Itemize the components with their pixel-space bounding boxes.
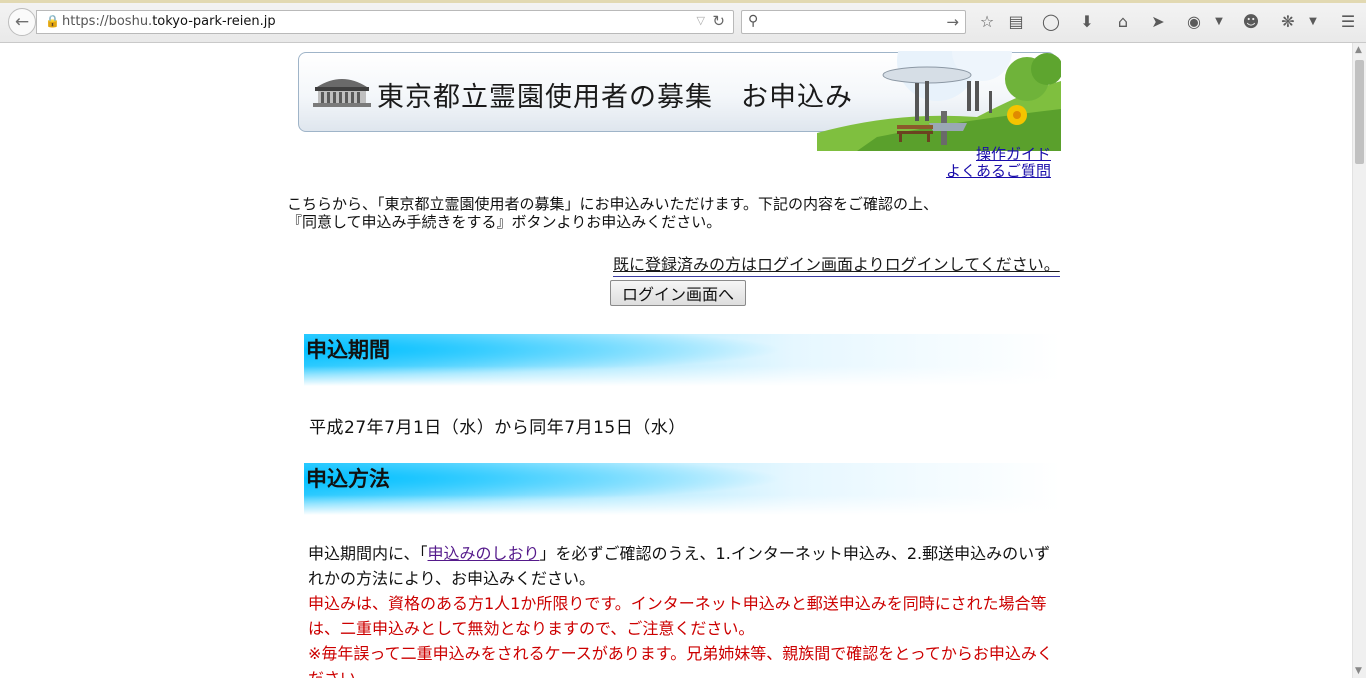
site-banner: 東京都立霊園使用者の募集 お申込み [298,51,1061,151]
scroll-up-icon[interactable]: ▲ [1355,45,1362,55]
intro-line-2: 『同意して申込み手続きをする』ボタンよりお申込みください。 [287,213,722,231]
extension-dropdown-icon[interactable]: ▼ [1302,12,1324,32]
send-icon[interactable]: ➤ [1147,12,1169,32]
back-arrow-icon: ← [14,12,30,32]
search-icon: ⚲ [748,13,759,29]
screenshot-dropdown-icon[interactable]: ▼ [1208,12,1230,32]
reading-list-icon[interactable]: ▤ [1005,12,1027,32]
login-prompt-link[interactable]: 既に登録済みの方はログイン画面よりログインしてください。 [613,251,1060,277]
login-button[interactable]: ログイン画面へ [610,280,746,306]
address-bar[interactable]: 🔒 https://boshu.tokyo-park-reien.jp ▽ ↻ [36,10,734,34]
duplicate-warning-note: ※毎年誤って二重申込みをされるケースがあります。兄弟姉妹等、親族間で確認をとって… [308,644,1053,678]
tab-strip-edge [0,0,1366,3]
history-dropdown-icon[interactable]: ▽ [697,14,705,27]
chat-icon[interactable]: ☻ [1240,12,1262,32]
download-icon[interactable]: ⬇ [1076,12,1098,32]
reload-icon[interactable]: ↻ [712,12,725,30]
section-heading-method: 申込方法 [304,463,1060,515]
back-button[interactable]: ← [8,8,36,36]
address-url: https://boshu.tokyo-park-reien.jp [62,14,276,29]
method-text-pre: 申込期間内に、「 [308,544,428,563]
scroll-down-icon[interactable]: ▼ [1355,666,1362,676]
operation-guide-link[interactable]: 操作ガイド [946,146,1051,163]
page-viewport: 東京都立霊園使用者の募集 お申込み 操作ガイド よくあるご質問 こちらから、「東… [0,43,1352,678]
section-heading-text: 申込方法 [306,467,390,491]
application-guide-link[interactable]: 申込みのしおり [428,544,540,563]
browser-toolbar: ← 🔒 https://boshu.tokyo-park-reien.jp ▽ … [0,0,1366,43]
menu-hamburger-icon[interactable]: ☰ [1337,12,1359,32]
page-scrollbar[interactable]: ▲ ▼ [1352,43,1366,678]
screenshot-icon[interactable]: ◉ [1183,12,1205,32]
search-bar[interactable]: ⚲ → [741,10,966,34]
intro-text: こちらから、「東京都立霊園使用者の募集」にお申込みいただけます。下記の内容をご確… [287,195,1047,231]
extension-icon[interactable]: ❋ [1277,12,1299,32]
search-go-icon[interactable]: → [946,13,959,31]
bookmark-star-icon[interactable]: ☆ [976,12,998,32]
help-links: 操作ガイド よくあるご質問 [946,146,1051,180]
duplicate-warning: 申込みは、資格のある方1人1か所限りです。インターネット申込みと郵送申込みを同時… [308,594,1047,638]
application-period-text: 平成27年7月1日（水）から同年7月15日（水） [309,418,686,438]
banner-title: 東京都立霊園使用者の募集 お申込み [377,82,853,113]
home-icon[interactable]: ⌂ [1112,12,1134,32]
building-logo-icon [313,79,371,107]
scrollbar-thumb[interactable] [1355,60,1364,164]
application-method-text: 申込期間内に、「申込みのしおり」を必ずご確認のうえ、1.インターネット申込み、2… [308,541,1053,678]
pocket-icon[interactable]: ◯ [1040,12,1062,32]
lock-icon: 🔒 [45,14,60,28]
intro-line-1: こちらから、「東京都立霊園使用者の募集」にお申込みいただけます。下記の内容をご確… [287,195,939,213]
faq-link[interactable]: よくあるご質問 [946,163,1051,180]
park-scene-illustration [817,51,1061,151]
section-heading-text: 申込期間 [306,338,390,362]
section-heading-period: 申込期間 [304,334,1060,386]
